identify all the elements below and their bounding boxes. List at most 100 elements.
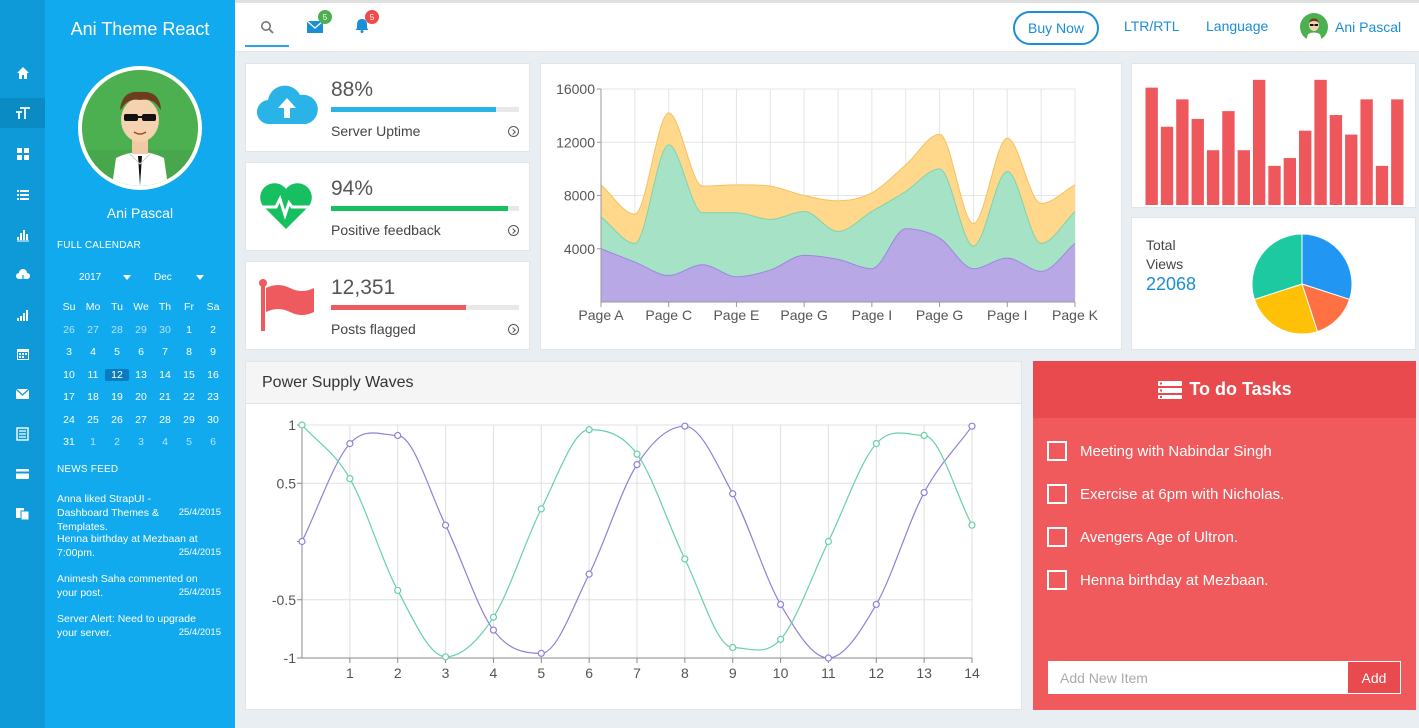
typography-icon[interactable] <box>0 98 45 128</box>
data-point <box>968 422 976 430</box>
todo-checkbox[interactable] <box>1047 527 1067 547</box>
data-point <box>729 643 737 652</box>
calendar-day[interactable]: 28 <box>153 414 177 426</box>
todo-checkbox[interactable] <box>1047 570 1067 590</box>
bar <box>1191 118 1204 205</box>
calendar-day[interactable]: 30 <box>153 324 177 336</box>
news-item[interactable]: Animesh Saha commented on your post. 25/4… <box>57 572 221 600</box>
user-menu[interactable]: Ani Pascal <box>1300 13 1401 41</box>
x-tick-label: 11 <box>821 665 836 681</box>
avatar[interactable] <box>78 66 202 190</box>
mail-count-badge: 5 <box>318 10 332 24</box>
signal-icon[interactable] <box>0 300 45 330</box>
stat-label: Positive feedback <box>331 222 441 238</box>
calendar-day[interactable]: 22 <box>177 391 201 403</box>
calendar-day[interactable]: 24 <box>57 414 81 426</box>
cloud-icon[interactable] <box>0 260 45 290</box>
news-item[interactable]: Henna birthday at Mezbaan at 7:00pm. 25/4… <box>57 532 221 560</box>
calendar-day[interactable]: 18 <box>81 391 105 403</box>
todo-checkbox[interactable] <box>1047 441 1067 461</box>
calendar-day[interactable]: 1 <box>177 324 201 336</box>
data-point <box>346 474 354 483</box>
todo-checkbox[interactable] <box>1047 484 1067 504</box>
bar <box>1160 126 1174 205</box>
todo-item[interactable]: Henna birthday at Mezbaan. <box>1047 570 1268 590</box>
calendar-day[interactable]: 19 <box>105 391 129 403</box>
calendar-day[interactable]: 4 <box>81 346 105 358</box>
calendar-day[interactable]: 2 <box>105 436 129 448</box>
news-item[interactable]: Anna liked StrapUI - Dashboard Themes & … <box>57 492 221 534</box>
language-menu[interactable]: Language <box>1206 18 1268 34</box>
todo-item[interactable]: Avengers Age of Ultron. <box>1047 527 1238 547</box>
calendar-day[interactable]: 8 <box>177 346 201 358</box>
year-select[interactable]: 2017 <box>79 272 132 283</box>
dashboard-icon[interactable] <box>0 220 45 250</box>
calendar-day[interactable]: 9 <box>201 346 225 358</box>
x-tick-label: Page C <box>645 307 692 323</box>
arrow-circle-right-icon[interactable] <box>508 225 519 236</box>
calendar-day[interactable]: 14 <box>153 369 177 381</box>
calendar-day[interactable]: 20 <box>129 391 153 403</box>
document-icon[interactable] <box>0 419 45 449</box>
arrow-circle-right-icon[interactable] <box>508 324 519 335</box>
data-point <box>824 654 833 662</box>
news-item[interactable]: Server Alert: Need to upgrade your serve… <box>57 612 221 640</box>
calendar-day[interactable]: 4 <box>153 436 177 448</box>
search-button[interactable] <box>245 9 289 47</box>
power-waves-title: Power Supply Waves <box>246 362 1021 404</box>
calendar-day[interactable]: 31 <box>57 436 81 448</box>
todo-item[interactable]: Exercise at 6pm with Nicholas. <box>1047 484 1284 504</box>
calendar-day[interactable]: 28 <box>105 324 129 336</box>
x-tick-label: 9 <box>729 665 737 681</box>
x-tick-label: 6 <box>585 665 593 681</box>
calendar-day[interactable]: 1 <box>81 436 105 448</box>
calendar-day[interactable]: 23 <box>201 391 225 403</box>
calendar-day[interactable]: 29 <box>129 324 153 336</box>
calendar-day[interactable]: 6 <box>201 436 225 448</box>
calendar-day[interactable]: 6 <box>129 346 153 358</box>
credit-card-icon[interactable] <box>0 459 45 489</box>
bar <box>1237 150 1250 205</box>
calendar-day[interactable]: 12 <box>105 368 129 381</box>
calendar-day[interactable]: 26 <box>105 414 129 426</box>
grid-icon[interactable] <box>0 139 45 169</box>
calendar-day[interactable]: 3 <box>57 346 81 358</box>
arrow-circle-right-icon[interactable] <box>508 126 519 137</box>
add-item-button[interactable]: Add <box>1347 661 1401 694</box>
calendar-day[interactable]: 2 <box>201 324 225 336</box>
calendar-day[interactable]: 16 <box>201 369 225 381</box>
month-select[interactable]: Dec <box>154 272 204 283</box>
calendar-day[interactable]: 25 <box>81 414 105 426</box>
home-icon[interactable] <box>0 58 45 88</box>
calendar-day[interactable]: 21 <box>153 391 177 403</box>
app-title[interactable]: Ani Theme React <box>45 0 235 58</box>
calendar-day[interactable]: 30 <box>201 414 225 426</box>
calendar-day[interactable]: 17 <box>57 391 81 403</box>
calendar-week: 10 11 12 13 14 15 16 <box>57 364 225 387</box>
buy-now-button[interactable]: Buy Now <box>1013 11 1099 45</box>
copy-icon[interactable] <box>0 499 45 529</box>
ltr-rtl-toggle[interactable]: LTR/RTL <box>1124 18 1180 34</box>
calendar-day[interactable]: 5 <box>177 436 201 448</box>
calendar-day[interactable]: 26 <box>57 324 81 336</box>
month-value: Dec <box>154 272 172 283</box>
new-item-input[interactable] <box>1048 661 1347 694</box>
calendar-day[interactable]: 13 <box>129 369 153 381</box>
calendar-day[interactable]: 11 <box>81 369 105 381</box>
weekday-label: Su <box>62 301 76 314</box>
calendar-day[interactable]: 3 <box>129 436 153 448</box>
power-waves-card: Power Supply Waves 1 0.5 -0.5 -1 1 2 3 4 5 6 7 8 9 10… <box>245 361 1022 710</box>
todo-panel: To do Tasks Meeting with Nabindar Singh … <box>1033 361 1416 710</box>
calendar-day[interactable]: 15 <box>177 369 201 381</box>
calendar-day[interactable]: 27 <box>129 414 153 426</box>
x-tick-label: Page G <box>780 307 827 323</box>
calendar-day[interactable]: 27 <box>81 324 105 336</box>
list-icon[interactable] <box>0 180 45 210</box>
calendar-day[interactable]: 7 <box>153 346 177 358</box>
calendar-day[interactable]: 5 <box>105 346 129 358</box>
todo-item[interactable]: Meeting with Nabindar Singh <box>1047 441 1272 461</box>
calendar-day[interactable]: 29 <box>177 414 201 426</box>
mail-icon[interactable] <box>0 379 45 409</box>
calendar-day[interactable]: 10 <box>57 369 81 381</box>
calendar-icon[interactable] <box>0 339 45 369</box>
